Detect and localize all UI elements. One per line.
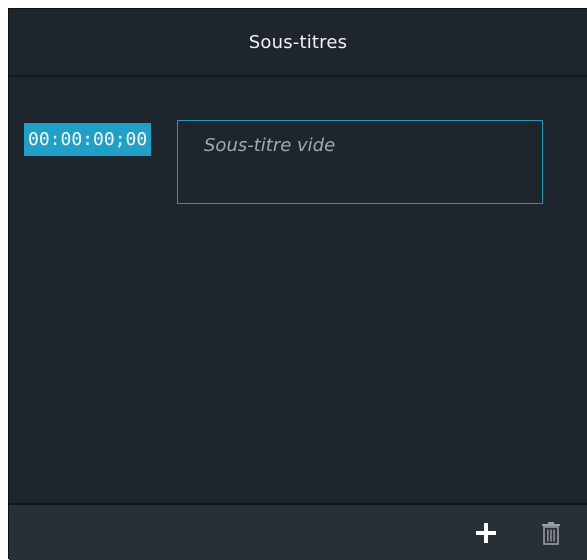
subtitle-placeholder: Sous-titre vide [204,135,336,156]
add-subtitle-button[interactable] [472,519,500,547]
subtitles-panel: Sous-titres 00:00:00;00 Sous-titre vide [8,8,587,560]
subtitle-list: 00:00:00;00 Sous-titre vide [9,77,587,503]
panel-footer [9,503,587,560]
plus-icon [476,523,496,543]
subtitle-text-field[interactable]: Sous-titre vide [177,120,543,204]
trash-icon [542,522,560,545]
panel-header: Sous-titres [9,9,587,77]
panel-title: Sous-titres [248,31,348,53]
delete-subtitle-button[interactable] [537,519,565,547]
subtitle-timecode[interactable]: 00:00:00;00 [24,123,152,156]
